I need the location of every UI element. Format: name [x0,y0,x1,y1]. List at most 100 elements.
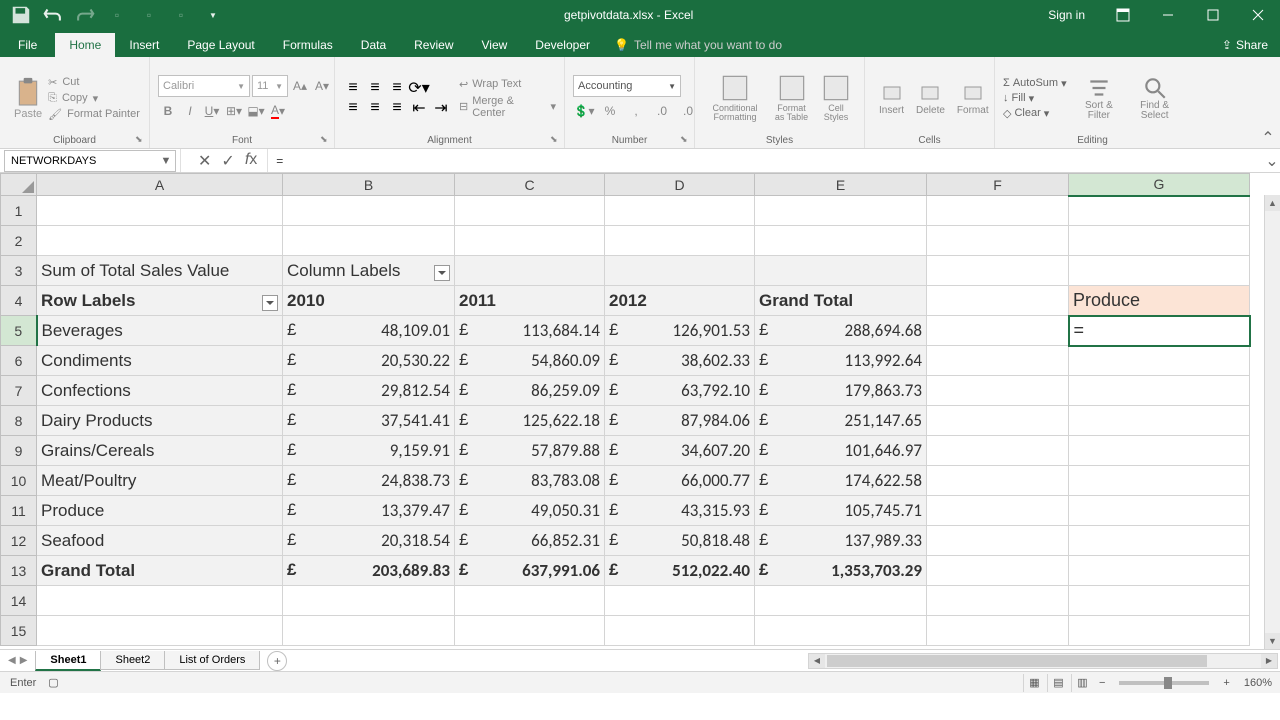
cell[interactable]: £113,992.64 [755,346,927,376]
cell[interactable]: £54,860.09 [455,346,605,376]
decrease-font-icon[interactable]: A▾ [312,76,332,96]
tab-developer[interactable]: Developer [521,33,604,57]
cell-B1[interactable] [283,196,455,226]
scroll-thumb[interactable] [827,655,1207,667]
zoom-out-button[interactable]: − [1095,677,1109,689]
cell[interactable]: £105,745.71 [755,496,927,526]
tab-home[interactable]: Home [55,33,115,57]
cell[interactable]: £83,783.08 [455,466,605,496]
cell-styles-button[interactable]: Cell Styles [816,74,856,122]
scroll-up-icon[interactable]: ▲ [1265,195,1280,211]
cell-A5[interactable]: Beverages [37,316,283,346]
enter-formula-icon[interactable]: ✓ [221,151,234,171]
row-filter-button[interactable] [262,295,278,311]
insert-cells-button[interactable]: Insert [873,81,910,116]
row-header-15[interactable]: 15 [1,616,37,646]
cell-C2[interactable] [455,226,605,256]
save-icon[interactable] [10,4,32,26]
cell[interactable]: £101,646.97 [755,436,927,466]
col-header-B[interactable]: B [283,174,455,196]
align-middle-icon[interactable]: ≡ [365,79,385,97]
cell-G6[interactable] [1069,346,1250,376]
tab-file[interactable]: File [0,33,55,57]
find-select-button[interactable]: Find & Select [1127,75,1182,121]
cell-D14[interactable] [605,586,755,616]
increase-font-icon[interactable]: A▴ [290,76,310,96]
zoom-in-button[interactable]: + [1219,677,1233,689]
row-header-11[interactable]: 11 [1,496,37,526]
wrap-text-button[interactable]: ↩Wrap Text [459,78,556,91]
row-header-2[interactable]: 2 [1,226,37,256]
tab-nav-next-icon[interactable]: ▶ [20,655,28,666]
cell[interactable]: £29,812.54 [283,376,455,406]
row-header-6[interactable]: 6 [1,346,37,376]
cell-G11[interactable] [1069,496,1250,526]
cell[interactable]: £288,694.68 [755,316,927,346]
sheet-tab-2[interactable]: Sheet2 [100,651,165,670]
cell-A11[interactable]: Produce [37,496,283,526]
copy-button[interactable]: ⎘Copy ▾ [48,92,140,105]
row-header-12[interactable]: 12 [1,526,37,556]
cell-F3[interactable] [927,256,1069,286]
row-header-1[interactable]: 1 [1,196,37,226]
cell[interactable]: £174,622.58 [755,466,927,496]
cell-B14[interactable] [283,586,455,616]
cell[interactable]: £66,852.31 [455,526,605,556]
cell[interactable]: £13,379.47 [283,496,455,526]
cell-A2[interactable] [37,226,283,256]
sign-in-link[interactable]: Sign in [1033,8,1100,22]
increase-decimal-icon[interactable]: .0 [651,101,673,121]
underline-button[interactable]: U▾ [202,101,222,121]
format-cells-button[interactable]: Format [951,81,995,116]
cell[interactable]: £125,622.18 [455,406,605,436]
cell[interactable]: £43,315.93 [605,496,755,526]
conditional-formatting-button[interactable]: Conditional Formatting [703,74,767,122]
minimize-button[interactable] [1145,0,1190,30]
normal-view-icon[interactable]: ▦ [1023,674,1045,692]
cancel-formula-icon[interactable]: ✕ [198,151,211,171]
tab-formulas[interactable]: Formulas [269,33,347,57]
border-button[interactable]: ⊞▾ [224,101,244,121]
cell-G3[interactable] [1069,256,1250,286]
autosum-button[interactable]: ΣAutoSum ▾ [1003,77,1067,90]
row-header-8[interactable]: 8 [1,406,37,436]
align-right-icon[interactable]: ≡ [387,99,407,117]
row-header-13[interactable]: 13 [1,556,37,586]
tab-view[interactable]: View [468,33,522,57]
align-left-icon[interactable]: ≡ [343,99,363,117]
cell[interactable]: £34,607.20 [605,436,755,466]
cell-year-2[interactable]: 2012 [605,286,755,316]
sheet-tab-1[interactable]: Sheet1 [35,651,101,671]
cell-E15[interactable] [755,616,927,646]
cell-year-0[interactable]: 2010 [283,286,455,316]
cell-B2[interactable] [283,226,455,256]
qat-icon-3[interactable]: ▫ [170,4,192,26]
formula-bar[interactable]: = [267,149,1264,172]
macro-record-icon[interactable]: ▢ [48,676,58,689]
cell-G5[interactable]: = [1069,316,1250,346]
cell[interactable]: £66,000.77 [605,466,755,496]
percent-format-icon[interactable]: % [599,101,621,121]
cell-G8[interactable] [1069,406,1250,436]
align-bottom-icon[interactable]: ≡ [387,79,407,97]
qat-icon-2[interactable]: ▫ [138,4,160,26]
cell-F13[interactable] [927,556,1069,586]
zoom-level[interactable]: 160% [1236,677,1272,689]
cell-F4[interactable] [927,286,1069,316]
font-launcher-icon[interactable]: ⬊ [320,134,332,146]
cell[interactable]: £49,050.31 [455,496,605,526]
clear-button[interactable]: ◇Clear ▾ [1003,107,1067,120]
clipboard-launcher-icon[interactable]: ⬊ [135,134,147,146]
font-name-select[interactable]: Calibri▼ [158,75,250,97]
name-box[interactable]: NETWORKDAYS ▼ [4,150,176,172]
row-header-10[interactable]: 10 [1,466,37,496]
worksheet-grid[interactable]: ABCDEFG123Sum of Total Sales ValueColumn… [0,173,1280,649]
expand-formula-bar-icon[interactable]: ⌄ [1264,151,1280,171]
cell-F2[interactable] [927,226,1069,256]
page-break-view-icon[interactable]: ▥ [1071,674,1093,692]
cell-D15[interactable] [605,616,755,646]
cell-C14[interactable] [455,586,605,616]
cell-B15[interactable] [283,616,455,646]
cell-C15[interactable] [455,616,605,646]
cell[interactable]: £57,879.88 [455,436,605,466]
